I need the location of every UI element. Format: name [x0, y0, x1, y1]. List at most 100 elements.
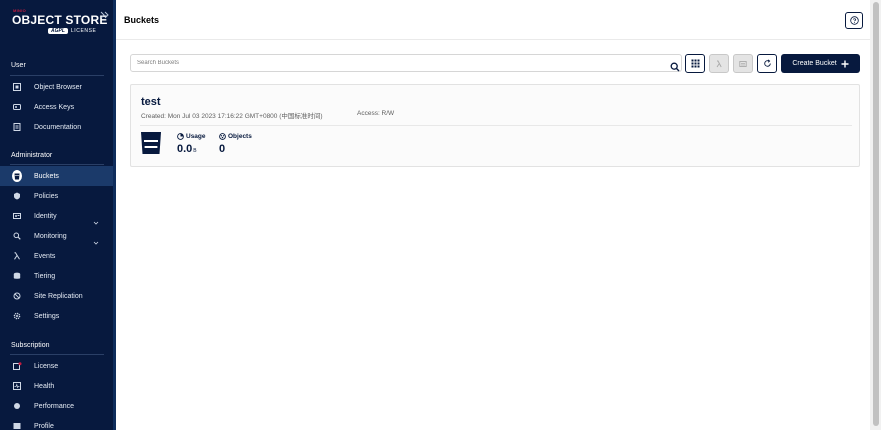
section-subscription: Subscription — [11, 342, 50, 349]
list-view-button[interactable] — [685, 54, 705, 73]
create-bucket-button[interactable]: Create Bucket — [781, 54, 860, 73]
sidebar-item-performance[interactable]: Performance — [0, 396, 113, 416]
identity-icon — [12, 211, 22, 221]
help-icon — [849, 16, 859, 25]
bucket-lifecycle-button[interactable] — [709, 54, 729, 73]
gear-icon — [12, 311, 22, 321]
objects-label-text: Objects — [228, 133, 252, 140]
usage-number: 0.0 — [177, 143, 193, 155]
section-administrator: Administrator — [11, 152, 53, 159]
collapse-sidebar-icon[interactable] — [100, 6, 110, 19]
usage-unit: B — [193, 148, 197, 154]
objects-value: 0 — [219, 143, 226, 155]
sidebar-item-identity[interactable]: Identity — [0, 206, 113, 226]
sidebar-item-site-replication[interactable]: Site Replication — [0, 286, 113, 306]
access-keys-icon — [12, 102, 22, 112]
card-divider — [140, 125, 852, 126]
usage-label: Usage — [177, 133, 206, 140]
health-icon — [12, 381, 22, 391]
sidebar-item-label: Site Replication — [34, 292, 83, 300]
sidebar-item-access-keys[interactable]: Access Keys — [0, 97, 113, 117]
sidebar-item-license[interactable]: License — [0, 356, 113, 376]
objects-icon — [219, 133, 226, 140]
refresh-icon — [763, 59, 771, 67]
grid-icon — [691, 59, 699, 68]
chevron-down-icon[interactable] — [93, 233, 99, 245]
sidebar-item-label: Access Keys — [34, 103, 75, 111]
sidebar-item-tiering[interactable]: Tiering — [0, 266, 113, 286]
sidebar-item-settings[interactable]: Settings — [0, 306, 113, 326]
page-title: Buckets — [124, 15, 160, 25]
performance-icon — [12, 401, 22, 411]
search-box[interactable] — [130, 54, 682, 72]
sidebar-item-documentation[interactable]: Documentation — [0, 117, 113, 137]
sidebar-item-label: Profile — [34, 422, 54, 430]
bucket-name[interactable]: test — [141, 96, 161, 108]
tiering-icon — [12, 271, 22, 281]
help-button[interactable] — [845, 12, 863, 29]
bucket-created-date: Created: Mon Jul 03 2023 17:16:22 GMT+08… — [141, 113, 323, 120]
brand-subtitle: AGPL LICENSE — [48, 28, 97, 34]
bucket-icon — [141, 132, 161, 154]
bucket-replication-button[interactable] — [733, 54, 753, 73]
brand-logo[interactable]: MINIO OBJECT STORE AGPL LICENSE — [12, 8, 107, 40]
pie-chart-icon — [177, 133, 184, 140]
sidebar: MINIO OBJECT STORE AGPL LICENSE User Obj… — [0, 0, 116, 430]
usage-label-text: Usage — [186, 133, 206, 140]
monitoring-icon — [12, 231, 22, 241]
sidebar-item-label: Settings — [34, 312, 60, 320]
section-divider — [10, 354, 104, 355]
policies-icon — [12, 191, 22, 201]
usage-stat: Usage 0.0B — [177, 133, 206, 155]
sidebar-item-monitoring[interactable]: Monitoring — [0, 226, 113, 246]
profile-icon — [12, 421, 22, 430]
create-bucket-label: Create Bucket — [792, 60, 837, 67]
lambda-icon — [716, 60, 722, 67]
brand-title: OBJECT STORE — [12, 13, 108, 27]
chevron-down-icon[interactable] — [93, 213, 99, 225]
sidebar-item-events[interactable]: Events — [0, 246, 113, 266]
section-divider — [10, 164, 104, 165]
main-content: Buckets Create Bucket — [116, 0, 881, 430]
objects-label: Objects — [219, 133, 252, 140]
license-icon — [12, 361, 22, 371]
sidebar-item-label: Policies — [34, 192, 59, 200]
usage-value: 0.0B — [177, 143, 206, 155]
sidebar-item-label: Object Browser — [34, 83, 82, 91]
documentation-icon — [12, 122, 22, 132]
search-icon[interactable] — [670, 59, 680, 72]
sidebar-item-health[interactable]: Health — [0, 376, 113, 396]
brand-edition: AGPL — [48, 28, 68, 34]
scrollbar-thumb[interactable] — [873, 2, 879, 426]
search-input[interactable] — [137, 57, 647, 69]
object-browser-icon — [12, 82, 22, 92]
sidebar-item-label: Documentation — [34, 123, 82, 131]
app-window: MINIO OBJECT STORE AGPL LICENSE User Obj… — [0, 0, 881, 430]
sidebar-item-buckets[interactable]: Buckets — [0, 166, 113, 186]
section-user: User — [11, 62, 26, 69]
page-header: Buckets — [116, 0, 875, 40]
bucket-card[interactable]: test Created: Mon Jul 03 2023 17:16:22 G… — [130, 84, 860, 167]
sidebar-item-profile[interactable]: Profile — [0, 416, 113, 430]
sidebar-item-label: Monitoring — [34, 232, 67, 240]
sidebar-item-label: Identity — [34, 212, 57, 220]
sidebar-item-label: Buckets — [34, 172, 59, 180]
sidebar-item-label: Tiering — [34, 272, 56, 280]
brand-license: LICENSE — [70, 28, 97, 34]
objects-stat: Objects 0 — [219, 133, 252, 155]
replication-icon — [739, 60, 747, 67]
vertical-scrollbar[interactable] — [870, 0, 881, 430]
plus-icon — [841, 60, 849, 67]
lambda-icon — [12, 251, 22, 261]
section-divider — [10, 75, 104, 76]
refresh-button[interactable] — [757, 54, 777, 73]
sidebar-item-label: License — [34, 362, 59, 370]
sidebar-item-label: Health — [34, 382, 55, 390]
sidebar-item-label: Performance — [34, 402, 75, 410]
site-replication-icon — [12, 291, 22, 301]
buckets-icon — [12, 170, 22, 182]
sidebar-item-policies[interactable]: Policies — [0, 186, 113, 206]
bucket-access: Access: R/W — [357, 110, 395, 117]
sidebar-item-label: Events — [34, 252, 56, 260]
sidebar-item-object-browser[interactable]: Object Browser — [0, 77, 113, 97]
